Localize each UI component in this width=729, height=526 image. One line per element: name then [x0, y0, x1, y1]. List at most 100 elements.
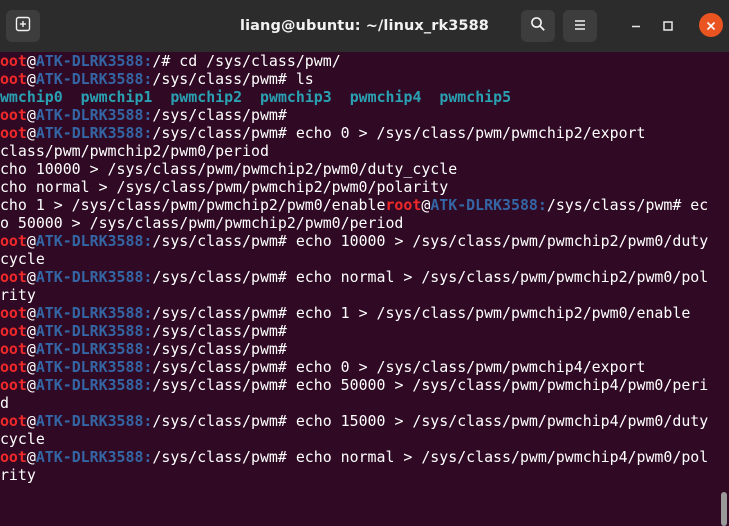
- terminal-text: /sys/class/pwm# ls: [152, 70, 314, 88]
- terminal-text: @: [26, 70, 36, 88]
- search-button[interactable]: [521, 10, 555, 42]
- terminal-text: @: [26, 448, 36, 466]
- terminal-line: root@ATK-DLRK3588:/sys/class/pwm# echo 1…: [0, 412, 718, 430]
- terminal-text: @: [421, 196, 431, 214]
- prompt-user: root: [0, 232, 27, 250]
- terminal-line: arity: [0, 466, 718, 484]
- prompt-host: ATK-DLRK3588:: [35, 232, 153, 250]
- prompt-host: ATK-DLRK3588:: [35, 268, 153, 286]
- terminal-text: _cycle: [0, 430, 45, 448]
- hamburger-menu-icon: [573, 17, 587, 36]
- terminal-text: @: [26, 322, 36, 340]
- minimize-icon: [630, 17, 642, 36]
- prompt-user: root: [0, 52, 27, 70]
- terminal-text: @: [26, 340, 36, 358]
- terminal-text: echo 1 > /sys/class/pwm/pwmchip2/pwm0/en…: [0, 196, 386, 214]
- terminal-line: echo 10000 > /sys/class/pwm/pwmchip2/pwm…: [0, 160, 718, 178]
- title-bar: liang@ubuntu: ~/linux_rk3588: [0, 0, 729, 52]
- terminal-line: /class/pwm/pwmchip2/pwm0/period: [0, 142, 718, 160]
- terminal-line: root@ATK-DLRK3588:/sys/class/pwm# echo 0…: [0, 124, 718, 142]
- terminal-text: /sys/class/pwm# echo 10000 > /sys/class/…: [152, 232, 709, 250]
- prompt-host: ATK-DLRK3588:: [430, 196, 547, 214]
- prompt-host: ATK-DLRK3588:: [35, 322, 153, 340]
- terminal-text: @: [26, 106, 36, 124]
- terminal-line: arity: [0, 286, 718, 304]
- prompt-host: ATK-DLRK3588:: [35, 124, 153, 142]
- terminal-text: /sys/class/pwm# echo normal > /sys/class…: [152, 448, 709, 466]
- terminal-text: @: [26, 376, 36, 394]
- terminal-output[interactable]: root@ATK-DLRK3588:/# cd /sys/class/pwm/r…: [0, 52, 718, 486]
- prompt-user: root: [0, 124, 27, 142]
- prompt-host: ATK-DLRK3588:: [35, 106, 153, 124]
- terminal-text: /class/pwm/pwmchip2/pwm0/period: [0, 142, 269, 160]
- close-icon: [706, 16, 716, 35]
- terminal-text: @: [26, 52, 36, 70]
- terminal-line: root@ATK-DLRK3588:/sys/class/pwm# echo 5…: [0, 376, 718, 394]
- terminal-text: @: [26, 232, 36, 250]
- prompt-host: ATK-DLRK3588:: [35, 376, 153, 394]
- prompt-host: ATK-DLRK3588:: [35, 70, 153, 88]
- prompt-host: ATK-DLRK3588:: [35, 448, 153, 466]
- terminal-text: od: [0, 394, 9, 412]
- search-icon: [530, 16, 546, 36]
- terminal-text: /sys/class/pwm#: [152, 322, 287, 340]
- terminal-line: pwmchip0 pwmchip1 pwmchip2 pwmchip3 pwmc…: [0, 88, 718, 106]
- terminal-text: ho 50000 > /sys/class/pwm/pwmchip2/pwm0/…: [0, 214, 404, 232]
- directory-entry: pwmchip1: [80, 88, 153, 106]
- terminal-text: echo normal > /sys/class/pwm/pwmchip2/pw…: [0, 178, 449, 196]
- terminal-text: echo 10000 > /sys/class/pwm/pwmchip2/pwm…: [0, 160, 458, 178]
- prompt-host: ATK-DLRK3588:: [35, 358, 153, 376]
- prompt-user: root: [0, 412, 27, 430]
- prompt-user: root: [0, 106, 27, 124]
- terminal-line: root@ATK-DLRK3588:/sys/class/pwm#: [0, 106, 718, 124]
- terminal-line: root@ATK-DLRK3588:/sys/class/pwm# echo 1…: [0, 304, 718, 322]
- terminal-text: /# cd /sys/class/pwm/: [152, 52, 341, 70]
- terminal-text: /sys/class/pwm# echo 50000 > /sys/class/…: [152, 376, 709, 394]
- scrollbar-thumb[interactable]: [721, 492, 727, 526]
- terminal-text: /sys/class/pwm# echo 15000 > /sys/class/…: [152, 412, 709, 430]
- directory-entry: pwmchip4: [349, 88, 422, 106]
- terminal-text: /sys/class/pwm# ec: [546, 196, 709, 214]
- terminal-line: echo 1 > /sys/class/pwm/pwmchip2/pwm0/en…: [0, 196, 718, 214]
- window-title: liang@ubuntu: ~/linux_rk3588: [240, 18, 489, 34]
- terminal-line: root@ATK-DLRK3588:/# cd /sys/class/pwm/: [0, 52, 718, 70]
- prompt-host: ATK-DLRK3588:: [35, 412, 153, 430]
- terminal-line: ho 50000 > /sys/class/pwm/pwmchip2/pwm0/…: [0, 214, 718, 232]
- prompt-user: root: [0, 70, 27, 88]
- prompt-user: root: [0, 376, 27, 394]
- close-button[interactable]: [699, 13, 723, 37]
- terminal-line: root@ATK-DLRK3588:/sys/class/pwm#: [0, 322, 718, 340]
- terminal-text: /sys/class/pwm#: [152, 106, 287, 124]
- directory-entry: pwmchip0: [0, 88, 63, 106]
- menu-button[interactable]: [563, 10, 597, 42]
- terminal-text: arity: [0, 466, 36, 484]
- terminal-text: /sys/class/pwm# echo 1 > /sys/class/pwm/…: [152, 304, 691, 322]
- prompt-user: root: [0, 448, 27, 466]
- terminal-text: /sys/class/pwm# echo 0 > /sys/class/pwm/…: [152, 124, 646, 142]
- prompt-user: root: [385, 196, 422, 214]
- terminal-text: @: [26, 358, 36, 376]
- maximize-button[interactable]: [657, 15, 679, 37]
- prompt-host: ATK-DLRK3588:: [35, 340, 153, 358]
- directory-entry: pwmchip3: [260, 88, 332, 106]
- terminal-line: root@ATK-DLRK3588:/sys/class/pwm# ls: [0, 70, 718, 88]
- terminal-line: root@ATK-DLRK3588:/sys/class/pwm# echo n…: [0, 448, 718, 466]
- prompt-user: root: [0, 268, 27, 286]
- scrollbar[interactable]: [718, 52, 729, 526]
- terminal-text: arity: [0, 286, 36, 304]
- terminal-line: root@ATK-DLRK3588:/sys/class/pwm#: [0, 340, 718, 358]
- minimize-button[interactable]: [625, 15, 647, 37]
- terminal-text: /sys/class/pwm# echo 0 > /sys/class/pwm/…: [152, 358, 646, 376]
- terminal-line: od: [0, 394, 718, 412]
- directory-entry: pwmchip5: [439, 88, 512, 106]
- directory-entry: pwmchip2: [170, 88, 243, 106]
- terminal-line: root@ATK-DLRK3588:/sys/class/pwm# echo 1…: [0, 232, 718, 250]
- terminal-line: _cycle: [0, 250, 718, 268]
- maximize-icon: [662, 17, 674, 36]
- prompt-host: ATK-DLRK3588:: [35, 304, 153, 322]
- terminal-text: @: [26, 304, 36, 322]
- prompt-host: ATK-DLRK3588:: [35, 52, 153, 70]
